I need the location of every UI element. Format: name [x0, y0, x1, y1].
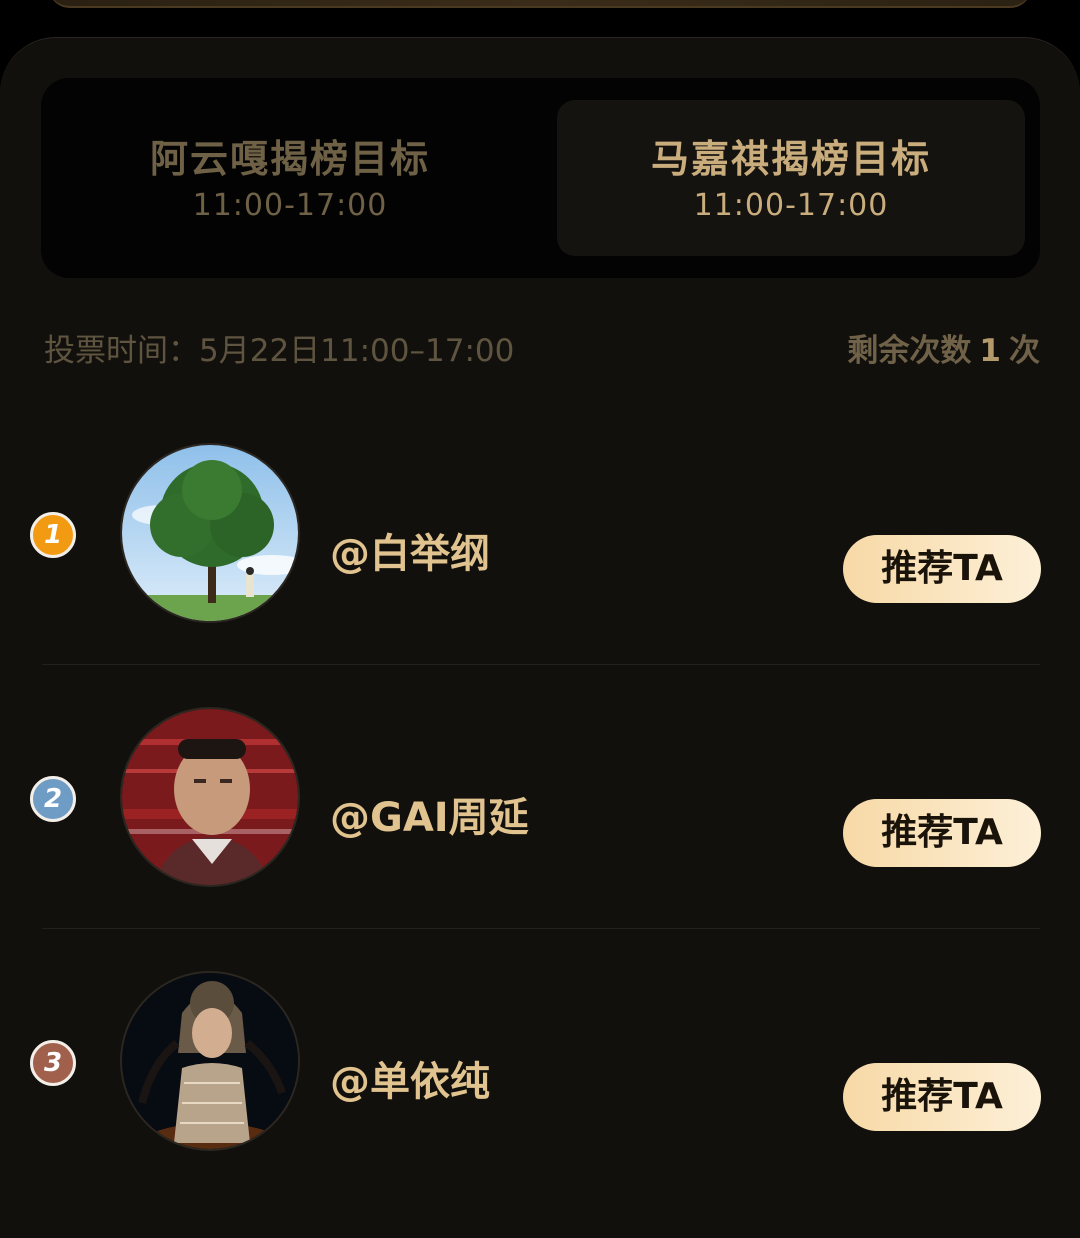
vote-time-text: 投票时间：5月22日11:00–17:00	[44, 333, 515, 369]
avatar[interactable]	[120, 707, 300, 887]
tab-ayunga-goal[interactable]: 阿云嘎揭榜目标 11:00-17:00	[56, 100, 524, 256]
vote-info-row: 投票时间：5月22日11:00–17:00 剩余次数 1 次	[44, 325, 1040, 369]
list-item: 1 @白举纲 推荐TA	[0, 401, 1080, 665]
tree-avatar-icon	[122, 445, 298, 621]
tab-title: 马嘉祺揭榜目标	[650, 137, 931, 181]
tab-majiaqi-goal[interactable]: 马嘉祺揭榜目标 11:00-17:00	[557, 100, 1025, 256]
avatar[interactable]	[120, 443, 300, 623]
remaining-votes: 剩余次数 1 次	[847, 325, 1040, 370]
goal-tabs: 阿云嘎揭榜目标 11:00-17:00 马嘉祺揭榜目标 11:00-17:00	[41, 78, 1040, 278]
tab-time: 11:00-17:00	[693, 188, 889, 223]
avatar[interactable]	[120, 971, 300, 1151]
man-avatar-icon	[122, 709, 298, 885]
rank-badge: 2	[30, 776, 76, 822]
tab-title: 阿云嘎揭榜目标	[149, 137, 430, 181]
recommend-button[interactable]: 推荐TA	[843, 799, 1041, 867]
tab-time: 11:00-17:00	[192, 188, 388, 223]
top-banner	[48, 0, 1032, 8]
recommend-button[interactable]: 推荐TA	[843, 1063, 1041, 1131]
remaining-unit: 次	[1009, 333, 1040, 369]
rank-badge: 1	[30, 512, 76, 558]
list-item: 3 @单依纯 推荐TA	[0, 929, 1080, 1193]
candidate-name: @白举纲	[330, 531, 490, 577]
list-item: 2 @GAI周延 推荐TA	[0, 665, 1080, 929]
recommend-button[interactable]: 推荐TA	[843, 535, 1041, 603]
remaining-label: 剩余次数	[847, 333, 972, 369]
ranking-card: 阿云嘎揭榜目标 11:00-17:00 马嘉祺揭榜目标 11:00-17:00 …	[0, 37, 1080, 1238]
woman-avatar-icon	[122, 973, 298, 1149]
candidate-name: @GAI周延	[330, 795, 529, 841]
remaining-count: 1	[979, 333, 1001, 369]
candidate-name: @单依纯	[330, 1059, 490, 1105]
rank-badge: 3	[30, 1040, 76, 1086]
